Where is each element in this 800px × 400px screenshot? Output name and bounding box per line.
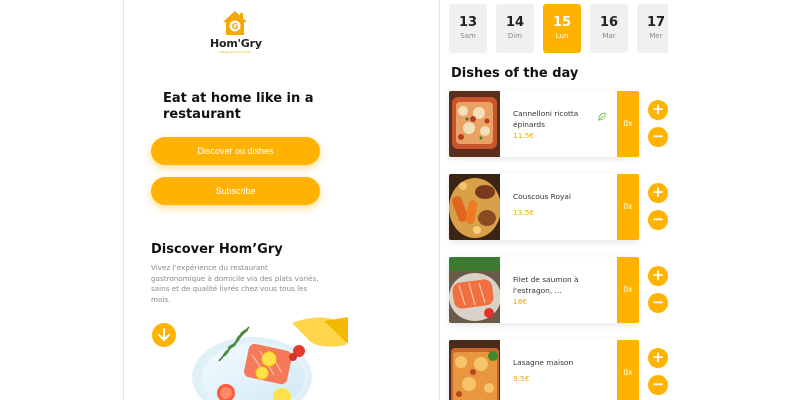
dish-card: Couscous Royal 13.5€ 0x [449,174,639,240]
date-selector: 13 Sam 14 Dim 15 Lun 16 Mar 17 Mer [449,4,668,54]
date-number: 14 [505,15,525,30]
remove-dish-button[interactable]: − [648,293,668,313]
cannelloni-image [449,91,500,157]
brand-name: Hom'Gry [210,37,262,50]
date-number: 16 [599,15,619,30]
dish-name: Cannelloni ricotta épinards [513,109,579,129]
dish-price: 9.5€ [513,374,530,383]
date-item-13[interactable]: 13 Sam [449,4,487,53]
dish-card: Lasagne maison 9.5€ 0x [449,340,639,400]
dish-price: 13.5€ [513,208,535,217]
date-item-15-selected[interactable]: 15 Lun [543,4,581,53]
remove-dish-button[interactable]: − [648,375,668,395]
date-weekday: Lun [555,32,569,40]
dishes-screen: 13 Sam 14 Dim 15 Lun 16 Mar 17 Mer Dishe… [439,0,668,400]
dish-price: 11.5€ [513,131,535,140]
couscous-image [449,174,500,240]
dish-name: Couscous Royal [513,192,571,201]
date-weekday: Mar [602,32,616,40]
dish-card: Filet de saumon à l'estragon, ... 18€ 0x [449,257,639,323]
date-number: 17 [646,15,666,30]
brand-tagline: restaurant à domicile [218,50,252,54]
date-weekday: Dim [507,32,523,40]
dish-name: Lasagne maison [513,358,574,367]
salmon-plate-image [174,315,348,400]
date-item-17[interactable]: 17 Mer [637,4,668,53]
add-dish-button[interactable]: + [648,183,668,203]
add-dish-button[interactable]: + [648,266,668,286]
subscribe-button[interactable]: Subscribe [151,177,320,205]
arrow-down-icon [158,328,170,341]
dish-card-body[interactable]: Couscous Royal 13.5€ 0x [449,174,639,240]
date-weekday: Sam [460,32,476,40]
brand-logo: G Hom'Gry restaurant à domicile [210,10,262,54]
dish-card: Cannelloni ricotta épinards 11.5€ 0x [449,91,639,157]
salmon-image [449,257,500,323]
hero-title: Eat at home like in a restaurant [163,91,314,122]
dish-card-body[interactable]: Filet de saumon à l'estragon, ... 18€ 0x [449,257,639,323]
date-weekday: Mer [649,32,663,40]
dish-price: 18€ [513,297,528,306]
dish-quantity: 0x [617,340,639,400]
date-item-16[interactable]: 16 Mar [590,4,628,53]
dish-quantity: 0x [617,91,639,157]
lasagne-image [449,340,500,400]
about-title: Discover Hom’Gry [151,242,283,257]
scroll-down-button[interactable] [152,323,176,347]
dish-quantity: 0x [617,174,639,240]
date-number: 13 [458,15,478,30]
add-dish-button[interactable]: + [648,100,668,120]
date-number: 15 [552,15,572,30]
dish-quantity: 0x [617,257,639,323]
date-item-14[interactable]: 14 Dim [496,4,534,53]
house-logo-icon: G [222,10,248,36]
dish-card-body[interactable]: Lasagne maison 9.5€ 0x [449,340,639,400]
remove-dish-button[interactable]: − [648,210,668,230]
discover-dishes-button[interactable]: Discover ou dishes [151,137,320,165]
dish-card-body[interactable]: Cannelloni ricotta épinards 11.5€ 0x [449,91,639,157]
dish-name: Filet de saumon à l'estragon, ... [513,275,579,295]
home-screen: G Hom'Gry restaurant à domicile Eat at h… [123,0,348,400]
leaf-icon [598,112,606,121]
add-dish-button[interactable]: + [648,348,668,368]
about-text: Vivez l’expérience du restaurant gastron… [151,263,319,304]
dishes-title: Dishes of the day [451,66,579,81]
remove-dish-button[interactable]: − [648,127,668,147]
logo-letter: G [232,22,239,31]
